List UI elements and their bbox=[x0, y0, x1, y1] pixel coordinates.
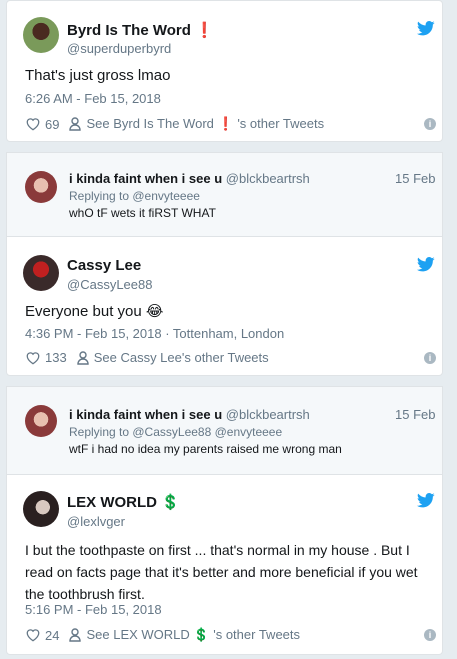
see-other-tweets-link[interactable]: See LEX WORLD 💲 's other Tweets bbox=[86, 627, 300, 643]
author-name[interactable]: LEX WORLD 💲 bbox=[67, 493, 180, 511]
see-other-tweets-link[interactable]: See Byrd Is The Word ❗ 's other Tweets bbox=[86, 116, 324, 132]
tweet-timestamp[interactable]: 4:36 PM - Feb 15, 2018 · Tottenham, Lond… bbox=[25, 326, 284, 341]
avatar[interactable] bbox=[23, 491, 59, 527]
reply-card: i kinda faint when i see u @blckbeartrsh… bbox=[6, 386, 443, 474]
like-count[interactable]: 133 bbox=[45, 350, 67, 365]
reply-date[interactable]: 15 Feb bbox=[395, 171, 435, 186]
tweet-card-byrd: Byrd Is The Word ❗ @superduperbyrd That'… bbox=[6, 0, 443, 142]
avatar[interactable] bbox=[23, 255, 59, 291]
dollar-emoji: 💲 bbox=[161, 494, 180, 511]
twitter-bird-icon[interactable] bbox=[417, 257, 435, 272]
reply-card: i kinda faint when i see u @blckbeartrsh… bbox=[6, 152, 443, 236]
info-icon[interactable]: i bbox=[424, 629, 436, 641]
tweet-timestamp[interactable]: 6:26 AM - Feb 15, 2018 bbox=[25, 91, 161, 106]
tweet-text: Everyone but you 😂 bbox=[25, 303, 164, 320]
author-handle[interactable]: @lexlvger bbox=[67, 514, 125, 529]
tweet-text: I but the toothpaste on first ... that's… bbox=[25, 542, 418, 602]
tweet-actions: 69 See Byrd Is The Word ❗ 's other Tweet… bbox=[25, 116, 324, 132]
tweet-card-cassy: Cassy Lee @CassyLee88 Everyone but you 😂… bbox=[6, 236, 443, 376]
like-count[interactable]: 24 bbox=[45, 628, 59, 643]
reply-author[interactable]: i kinda faint when i see u @blckbeartrsh bbox=[69, 407, 310, 422]
reply-text: whO tF wets it fiRST WHAT bbox=[69, 206, 216, 220]
reply-author[interactable]: i kinda faint when i see u @blckbeartrsh bbox=[69, 171, 310, 186]
replying-to[interactable]: Replying to @envyteeee bbox=[69, 189, 200, 203]
replying-to[interactable]: Replying to @CassyLee88 @envyteeee bbox=[69, 425, 282, 439]
person-icon bbox=[77, 350, 89, 365]
person-icon bbox=[69, 117, 82, 131]
tweet-timestamp[interactable]: 5:16 PM - Feb 15, 2018 bbox=[25, 602, 162, 617]
twitter-bird-icon[interactable] bbox=[417, 493, 435, 508]
tears-of-joy-emoji: 😂 bbox=[145, 303, 164, 320]
tweet-card-lex: LEX WORLD 💲 @lexlvger I but the toothpas… bbox=[6, 474, 443, 655]
twitter-bird-icon[interactable] bbox=[417, 21, 435, 36]
author-handle[interactable]: @superduperbyrd bbox=[67, 41, 171, 56]
reply-text: wtF i had no idea my parents raised me w… bbox=[69, 442, 342, 456]
heart-icon[interactable] bbox=[25, 628, 41, 642]
heart-icon[interactable] bbox=[25, 351, 41, 365]
tweet-actions: 24 See LEX WORLD 💲 's other Tweets bbox=[25, 627, 300, 643]
see-other-tweets-link[interactable]: See Cassy Lee's other Tweets bbox=[94, 350, 269, 365]
author-name[interactable]: Cassy Lee bbox=[67, 257, 141, 274]
person-icon bbox=[69, 628, 82, 642]
info-icon[interactable]: i bbox=[424, 118, 436, 130]
avatar[interactable] bbox=[25, 171, 57, 203]
heart-icon[interactable] bbox=[25, 117, 41, 131]
avatar[interactable] bbox=[23, 17, 59, 53]
avatar[interactable] bbox=[25, 405, 57, 437]
reply-date[interactable]: 15 Feb bbox=[395, 407, 435, 422]
tweet-actions: 133 See Cassy Lee's other Tweets bbox=[25, 350, 269, 365]
author-name[interactable]: Byrd Is The Word ❗ bbox=[67, 21, 214, 39]
like-count[interactable]: 69 bbox=[45, 117, 59, 132]
info-icon[interactable]: i bbox=[424, 352, 436, 364]
author-handle[interactable]: @CassyLee88 bbox=[67, 277, 152, 292]
tweet-text: That's just gross lmao bbox=[25, 67, 171, 84]
